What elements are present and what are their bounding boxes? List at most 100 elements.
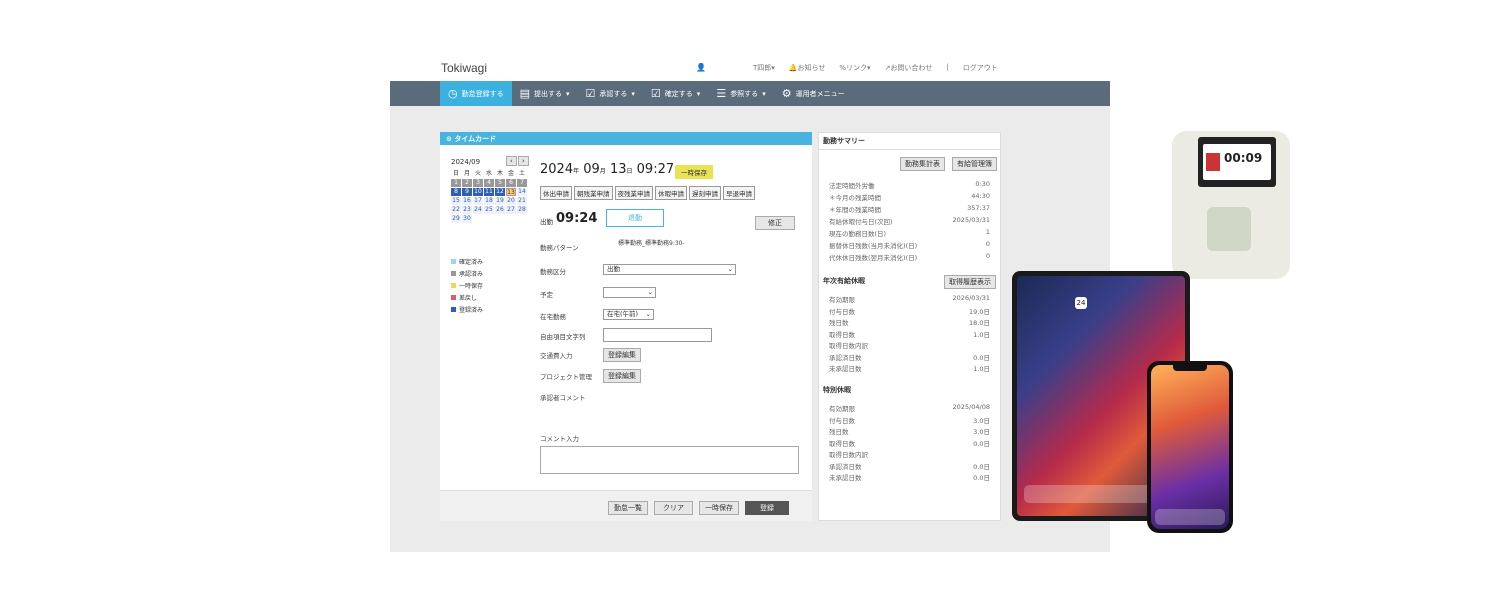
summary-row-label: 有効期限 (829, 296, 855, 304)
project-button[interactable]: 登録編集 (603, 369, 641, 383)
gear-icon: ⚙ (781, 87, 792, 100)
calendar-day[interactable]: 24 (473, 206, 483, 214)
summary-panel: 勤務サマリー 勤務集計表 有給管理簿 法定時間外労働 0:30 ＊今月の残業時間 44… (818, 132, 1001, 521)
request-button[interactable]: 休暇申請 (655, 186, 687, 200)
shift-select[interactable]: 在宅(午前) ⌄ (603, 309, 654, 320)
summary-row-label: 未承認日数 (829, 474, 862, 482)
user-menu[interactable]: T四郎▾ (753, 63, 775, 73)
summary-row: 取得日数内訳 (829, 340, 990, 350)
calendar-day[interactable]: 4 (484, 179, 494, 187)
calendar-app-icon: 24 (1075, 297, 1087, 309)
calendar-day[interactable]: 3 (473, 179, 483, 187)
summary-row: 振替休日残数(当月未消化)(日) 0 (829, 240, 990, 250)
calendar-day[interactable]: 26 (495, 206, 505, 214)
summary-row-value: 0.0日 (973, 439, 990, 448)
summary-row-label: 付与日数 (829, 416, 855, 425)
request-buttons: 休出申請 朝残業申請 夜残業申請 休暇申請 遅刻申請 早退申請 (540, 186, 755, 200)
footer-buttons: 勤怠一覧 クリア 一時保存 登録 (608, 501, 789, 515)
request-button[interactable]: 遅刻申請 (689, 186, 721, 200)
calendar-day[interactable]: 17 (473, 197, 483, 205)
summary-row-label: 取得日数 (829, 330, 855, 339)
nav-submit[interactable]: ▤ 提出する ▾ (512, 81, 578, 106)
temp-save-button[interactable]: 一時保存 (699, 501, 739, 515)
calendar-day[interactable]: 2 (462, 179, 472, 187)
summary-row: 未承認日数 1.0日 (829, 363, 990, 373)
fix-button[interactable]: 修正 (755, 216, 795, 230)
clock-icon: ◷ (448, 87, 458, 100)
calendar-day[interactable]: 9 (462, 188, 472, 196)
calendar-day[interactable]: 28 (517, 206, 527, 214)
pattern-value: 標準勤務_標準勤務9:30- (618, 240, 685, 247)
nav-register[interactable]: ◷ 勤怠登録する (440, 81, 512, 106)
calendar-day[interactable]: 30 (462, 215, 472, 223)
request-button[interactable]: 夜残業申請 (614, 186, 653, 200)
approver-comment-label: 承認者コメント (540, 394, 586, 402)
summary-row: 代休休日残数(翌月未消化)(日) 0 (829, 252, 990, 262)
calendar-day[interactable]: 6 (506, 179, 516, 187)
free-input[interactable] (603, 328, 712, 342)
summary-row-label: 法定時間外労働 (829, 182, 875, 190)
summary-row-value: 0.0日 (973, 462, 990, 471)
request-button[interactable]: 朝残業申請 (574, 186, 613, 200)
top-bar: Tokiwagi 👤 T四郎▾ 🔔お知らせ %リンク▾ ↗お問い合わせ | ログ… (390, 56, 1110, 81)
summary-row: 有効期限 2026/03/31 (829, 294, 990, 304)
summary-row-label: 承認済日数 (829, 353, 862, 362)
calendar-day[interactable]: 19 (495, 197, 505, 205)
timecard-panel: ⊙ タイムカード 2024/09 ‹ › 日月火水木金土 1 2 3 4 5 6 7 8 9 10 1… (440, 132, 812, 521)
request-button[interactable]: 早退申請 (723, 186, 755, 200)
contact-link[interactable]: ↗お問い合わせ (885, 63, 933, 73)
calendar-day[interactable]: 21 (517, 197, 527, 205)
calendar-day[interactable]: 7 (517, 179, 527, 187)
notice-link[interactable]: 🔔お知らせ (789, 63, 826, 73)
calendar-day[interactable]: 25 (484, 206, 494, 214)
expense-button[interactable]: 登録編集 (603, 348, 641, 362)
kubun-select[interactable]: 出勤 ⌄ (603, 264, 736, 275)
place-select[interactable]: ⌄ (603, 287, 656, 298)
calendar-day[interactable]: 16 (462, 197, 472, 205)
logout-link[interactable]: ログアウト (963, 63, 998, 73)
calendar-day[interactable]: 14 (517, 188, 527, 196)
calendar-day[interactable]: 23 (462, 206, 472, 214)
calendar-day[interactable]: 18 (484, 197, 494, 205)
summary-row-value: 357:37 (967, 204, 990, 212)
prev-month-button[interactable]: ‹ (506, 156, 517, 166)
calendar-day[interactable]: 11 (484, 188, 494, 196)
phone-device (1147, 361, 1233, 533)
nav-approve[interactable]: ☑ 承認する ▾ (578, 81, 643, 106)
comment-textarea[interactable] (540, 446, 799, 474)
pattern-label: 勤務パターン (540, 244, 579, 252)
check-icon: ☑ (585, 87, 596, 100)
calendar-day[interactable]: 5 (495, 179, 505, 187)
calendar-day[interactable]: 29 (451, 215, 461, 223)
calendar-day[interactable]: 1 (451, 179, 461, 187)
history-button[interactable]: 取得履歴表示 (944, 275, 996, 289)
calendar-day[interactable]: 13 (506, 188, 516, 196)
clear-button[interactable]: クリア (654, 501, 693, 515)
summary-row-label: 有効期限 (829, 405, 855, 413)
nav-admin[interactable]: ⚙ 運用者メニュー (774, 81, 853, 106)
kubun-label: 勤務区分 (540, 268, 566, 276)
calendar-day[interactable]: 20 (506, 197, 516, 205)
summary-row: 承認済日数 0.0日 (829, 352, 990, 362)
calendar-day[interactable]: 27 (506, 206, 516, 214)
summary-row-value: 3.0日 (973, 428, 990, 436)
calendar-day[interactable]: 8 (451, 188, 461, 196)
register-button[interactable]: 登録 (745, 501, 789, 515)
clock-out-button[interactable]: 退勤 (606, 209, 664, 227)
summary-row-value: 2025/04/08 (952, 403, 990, 411)
calendar-day[interactable]: 15 (451, 197, 461, 205)
links-menu[interactable]: %リンク▾ (839, 63, 870, 73)
work-summary-button[interactable]: 勤務集計表 (900, 157, 945, 171)
calendar-day[interactable]: 22 (451, 206, 461, 214)
calendar-day[interactable]: 12 (495, 188, 505, 196)
current-datetime: 2024年 09月 13日 09:27 (540, 162, 675, 177)
next-month-button[interactable]: › (517, 156, 529, 166)
nav-reference[interactable]: ☰ 参照する ▾ (708, 81, 773, 106)
calendar-day[interactable]: 10 (473, 188, 483, 196)
request-button[interactable]: 休出申請 (540, 186, 572, 200)
legend: 確定済み 承認済み 一時保存 差戻し 登録済み (451, 257, 483, 317)
nav-confirm[interactable]: ☑ 確定する ▾ (643, 81, 708, 106)
list-button[interactable]: 勤怠一覧 (608, 501, 648, 515)
list-icon: ☰ (716, 87, 727, 100)
paid-leave-button[interactable]: 有給管理簿 (952, 157, 997, 171)
